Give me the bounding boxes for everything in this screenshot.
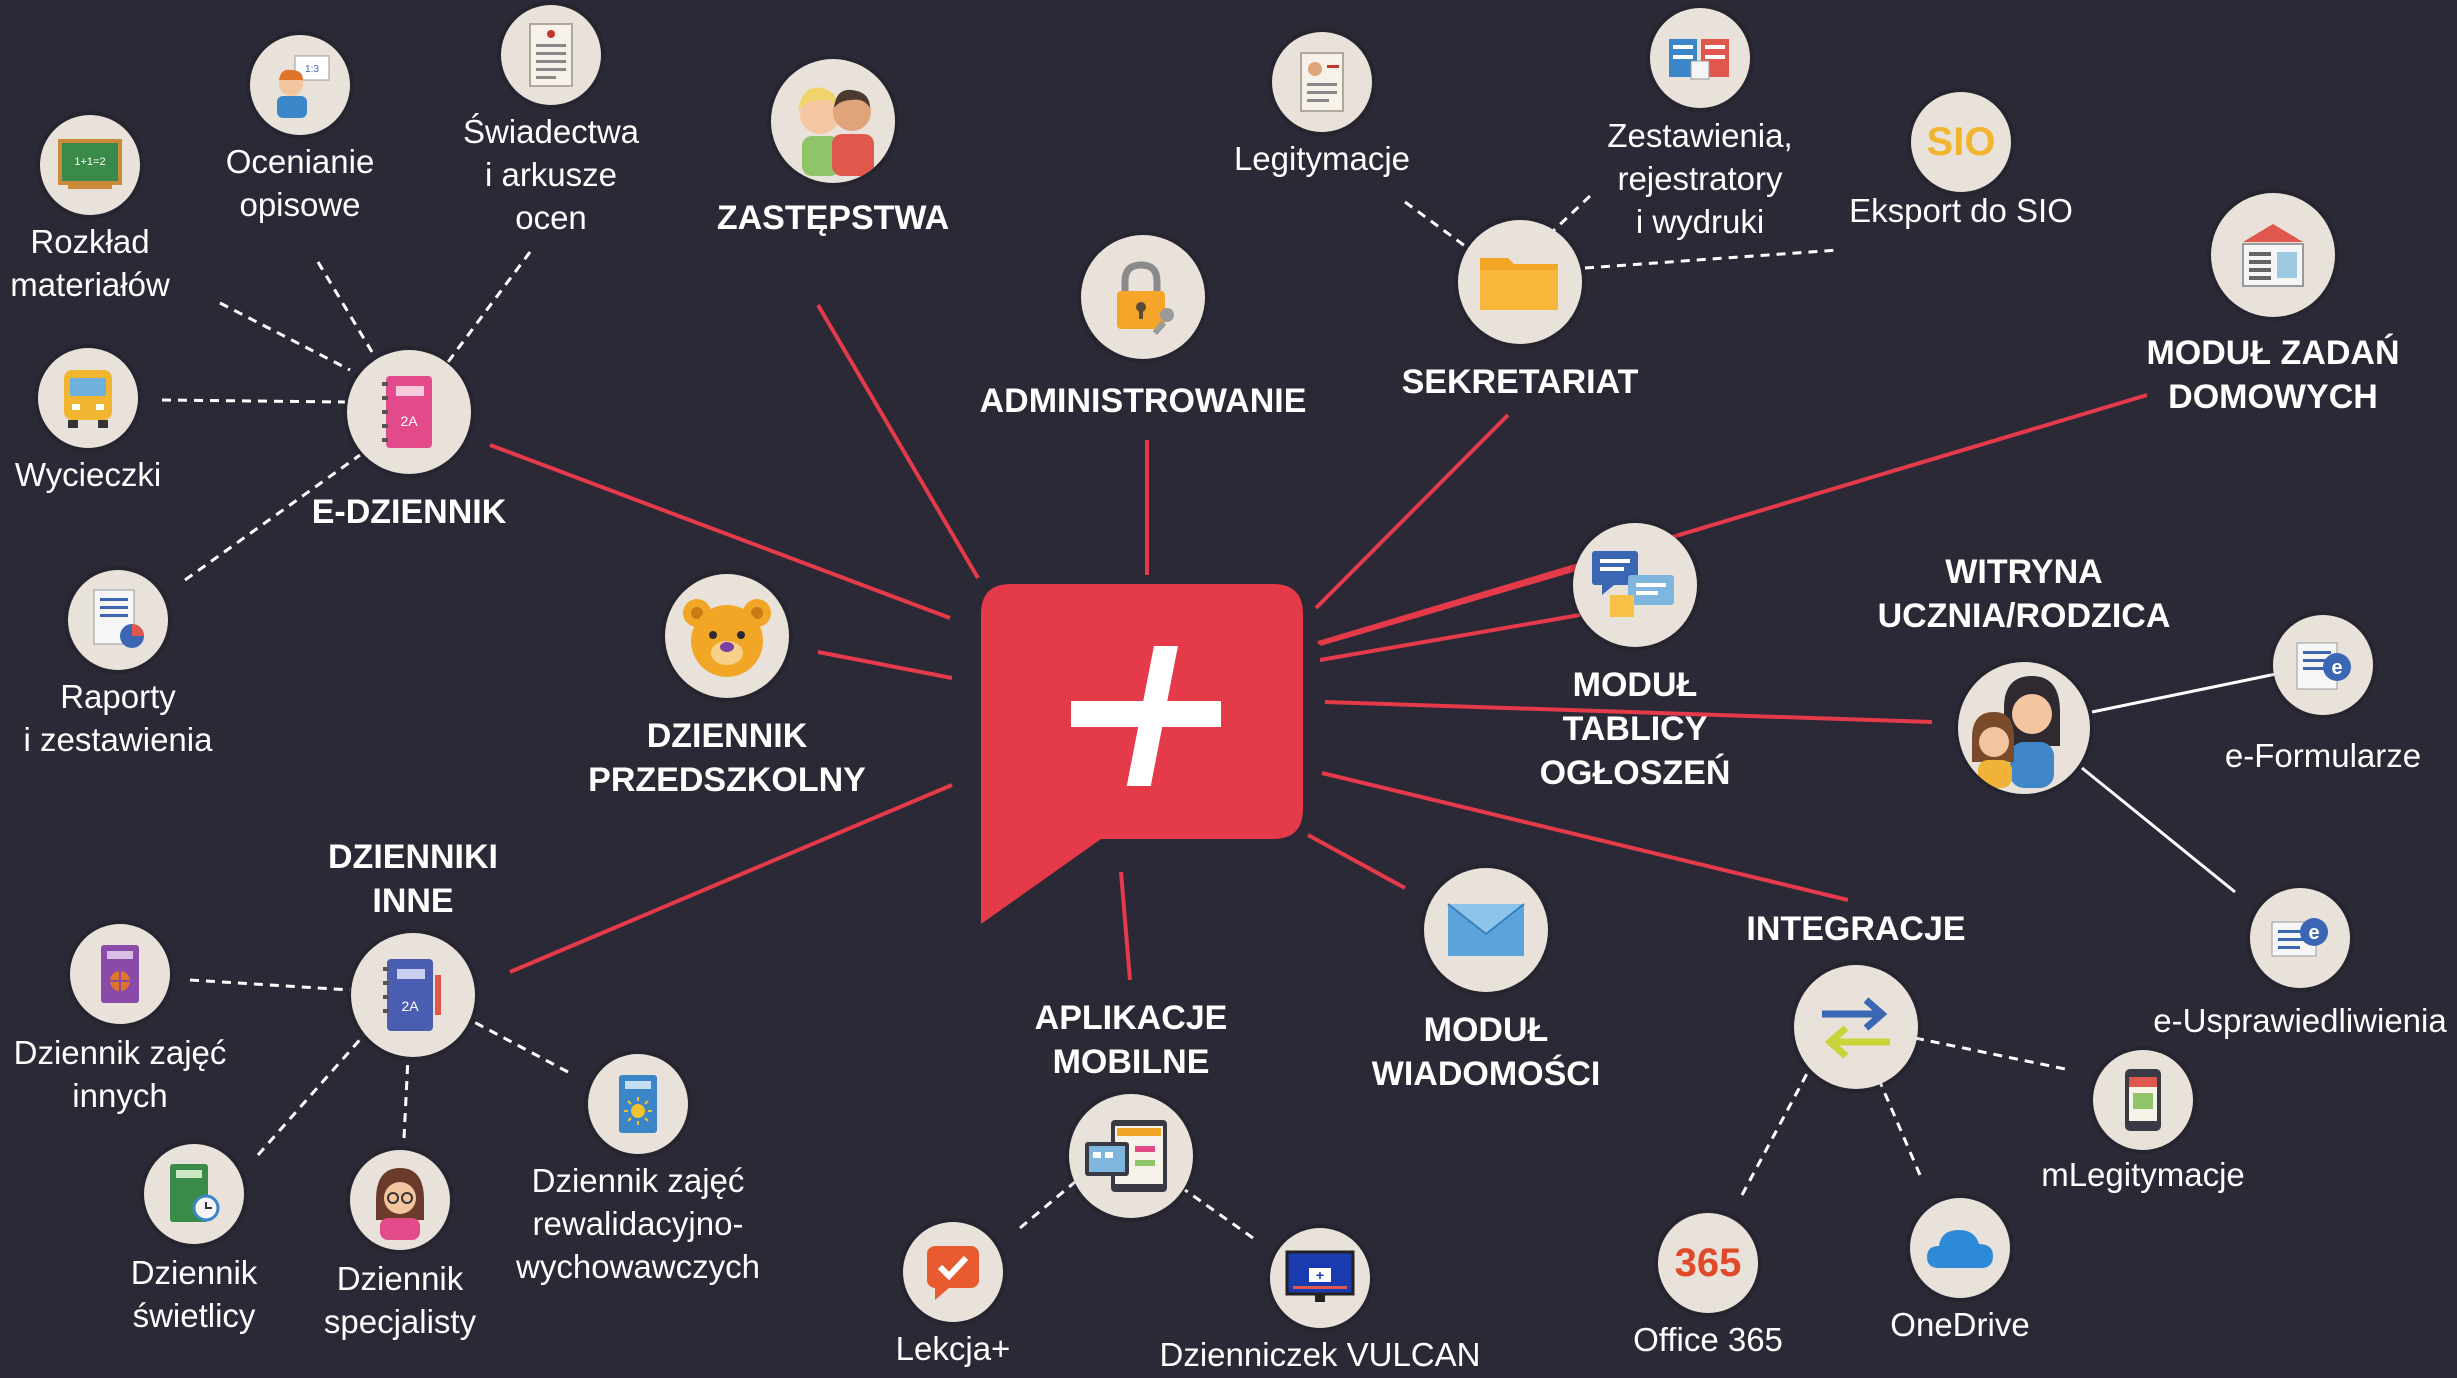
swiadectwa-label: Świadectwa i arkusze ocen: [462, 113, 640, 236]
administrowanie-label: ADMINISTROWANIE: [979, 382, 1307, 420]
office365-badge: 365: [1674, 1240, 1742, 1285]
dash-rewalidacyjno: [473, 1020, 569, 1074]
id-card-icon: [1272, 32, 1372, 132]
dash-swiadectwa: [446, 251, 532, 363]
connector-inne: [509, 783, 953, 974]
wycieczki-label: Wycieczki: [14, 456, 162, 493]
connector-wiadomosci: [1307, 833, 1406, 890]
office365-label: Office 365: [1633, 1321, 1783, 1358]
woman-glasses-icon: [350, 1150, 450, 1250]
purple-book-icon: [70, 924, 170, 1024]
svg-text:1+1=2: 1+1=2: [74, 156, 105, 168]
svg-text:2A: 2A: [400, 413, 418, 429]
svg-text:2A: 2A: [401, 998, 419, 1014]
ocenianie-label: Ocenianie opisowe: [225, 143, 375, 223]
dzienniczek-label: Dzienniczek VULCAN: [1159, 1336, 1481, 1373]
dash-legitymacje: [1404, 200, 1466, 248]
certificate-icon: [501, 5, 601, 105]
check-chat-icon: [903, 1222, 1003, 1322]
sio-badge: SIO: [1926, 119, 1996, 164]
legitymacje-label: Legitymacje: [1233, 140, 1411, 177]
dash-mlegitymacje: [1914, 1036, 2071, 1072]
dash-swietlicy: [256, 1034, 366, 1156]
report-icon: [68, 570, 168, 670]
bus-icon: [38, 348, 138, 448]
swietlicy-label: Dziennik świetlicy: [130, 1254, 258, 1334]
dash-dzienniczek: [1184, 1188, 1254, 1240]
svg-text:+: +: [1316, 1267, 1324, 1283]
zastepstwa-label: ZASTĘPSTWA: [716, 199, 950, 237]
integracje-label: INTEGRACJE: [1746, 910, 1966, 948]
svg-text:e: e: [2331, 657, 2342, 679]
arrows-exchange-icon: [1794, 965, 1918, 1089]
mobilne-label: APLIKACJE MOBILNE: [1034, 999, 1228, 1082]
line-eusprawiedliwienia: [2081, 766, 2236, 894]
inne-label: DZIENNIKI INNE: [328, 838, 498, 921]
rewalidacyjno-label: Dziennik zajęć rewalidacyjno-wychowawczyc…: [516, 1162, 760, 1285]
svg-text:e: e: [2308, 922, 2319, 944]
eusprawiedliwienia-label: e-Usprawiedliwienia: [2153, 1002, 2447, 1039]
mlegitymacje-label: mLegitymacje: [2041, 1156, 2245, 1193]
student-icon: 1:3: [250, 35, 350, 135]
teddy-bear-icon: [665, 574, 789, 698]
monitor-plus-icon: +: [1270, 1228, 1370, 1328]
lekcja-label: Lekcja+: [895, 1330, 1011, 1367]
dash-specjalisty: [402, 1057, 410, 1139]
zajec-innych-label: Dziennik zajęć innych: [13, 1034, 227, 1114]
line-eformularze: [2091, 672, 2277, 714]
printouts-icon: [1650, 8, 1750, 108]
mind-map: 2A E-DZIENNIK ZASTĘPSTWA ADMINISTROWANIE…: [0, 0, 2457, 1378]
eformularze-label: e-Formularze: [2224, 737, 2422, 774]
sio-label: Eksport do SIO: [1849, 192, 2073, 229]
dash-rozklad: [219, 301, 351, 372]
connector-sekretariat: [1314, 413, 1510, 610]
mother-child-icon: [1958, 662, 2090, 794]
dash-lekcja: [1019, 1180, 1076, 1230]
connector-tablica-b: [1319, 613, 1581, 662]
dash-sio: [1584, 248, 1839, 270]
onedrive-label: OneDrive: [1890, 1306, 2030, 1343]
connector-zastepstwa: [816, 303, 980, 580]
zestawienia-label: Zestawienia, rejestratory i wydruki: [1607, 117, 1793, 240]
svg-text:1:3: 1:3: [305, 64, 319, 75]
dash-zajec-innych: [189, 978, 351, 992]
cloud-icon: [1910, 1198, 2010, 1298]
vulcan-plus-logo: [981, 584, 1303, 924]
chalkboard-icon: 1+1=2: [40, 115, 140, 215]
przedszkolny-label: DZIENNIK PRZEDSZKOLNY: [588, 717, 866, 800]
office365-icon: 365: [1658, 1213, 1758, 1313]
sio-icon: SIO: [1911, 92, 2011, 192]
eforms-icon: e: [2273, 615, 2373, 715]
devices-icon: [1069, 1094, 1193, 1218]
folder-icon: [1458, 220, 1582, 344]
dash-ocenianie: [316, 261, 377, 358]
raporty-label: Raporty i zestawienia: [23, 678, 213, 758]
chat-board-icon: [1573, 523, 1697, 647]
sun-book-icon: [588, 1054, 688, 1154]
envelope-icon: [1424, 868, 1548, 992]
phone-id-icon: [2093, 1050, 2193, 1150]
dash-zestawienia: [1550, 194, 1592, 234]
connector-tablica-a: [1319, 566, 1581, 646]
dash-office365: [1740, 1067, 1812, 1196]
people-icon: [771, 59, 895, 183]
wiadomosci-label: MODUŁ WIADOMOŚCI: [1371, 1011, 1601, 1094]
tablica-label: MODUŁ TABLICY OGŁOSZEŃ: [1539, 666, 1731, 793]
witryna-label: WITRYNA UCZNIA/RODZICA: [1877, 553, 2171, 636]
eexcuse-icon: e: [2250, 888, 2350, 988]
pink-notebook-icon: 2A: [347, 350, 471, 474]
green-book-icon: [144, 1144, 244, 1244]
connector-przedszkolny: [817, 650, 953, 680]
specjalisty-label: Dziennik specjalisty: [323, 1260, 477, 1340]
newspaper-icon: [2211, 193, 2335, 317]
sekretariat-label: SEKRETARIAT: [1401, 363, 1639, 401]
blue-notebook-icon: 2A: [351, 933, 475, 1057]
dash-wycieczki: [161, 398, 346, 404]
padlock-icon: [1081, 235, 1205, 359]
rozklad-label: Rozkład materiałów: [10, 223, 170, 303]
modul-zadan-label: MODUŁ ZADAŃ DOMOWYCH: [2146, 334, 2400, 417]
dash-onedrive: [1878, 1081, 1922, 1176]
e-dziennik-label: E-DZIENNIK: [311, 493, 507, 531]
